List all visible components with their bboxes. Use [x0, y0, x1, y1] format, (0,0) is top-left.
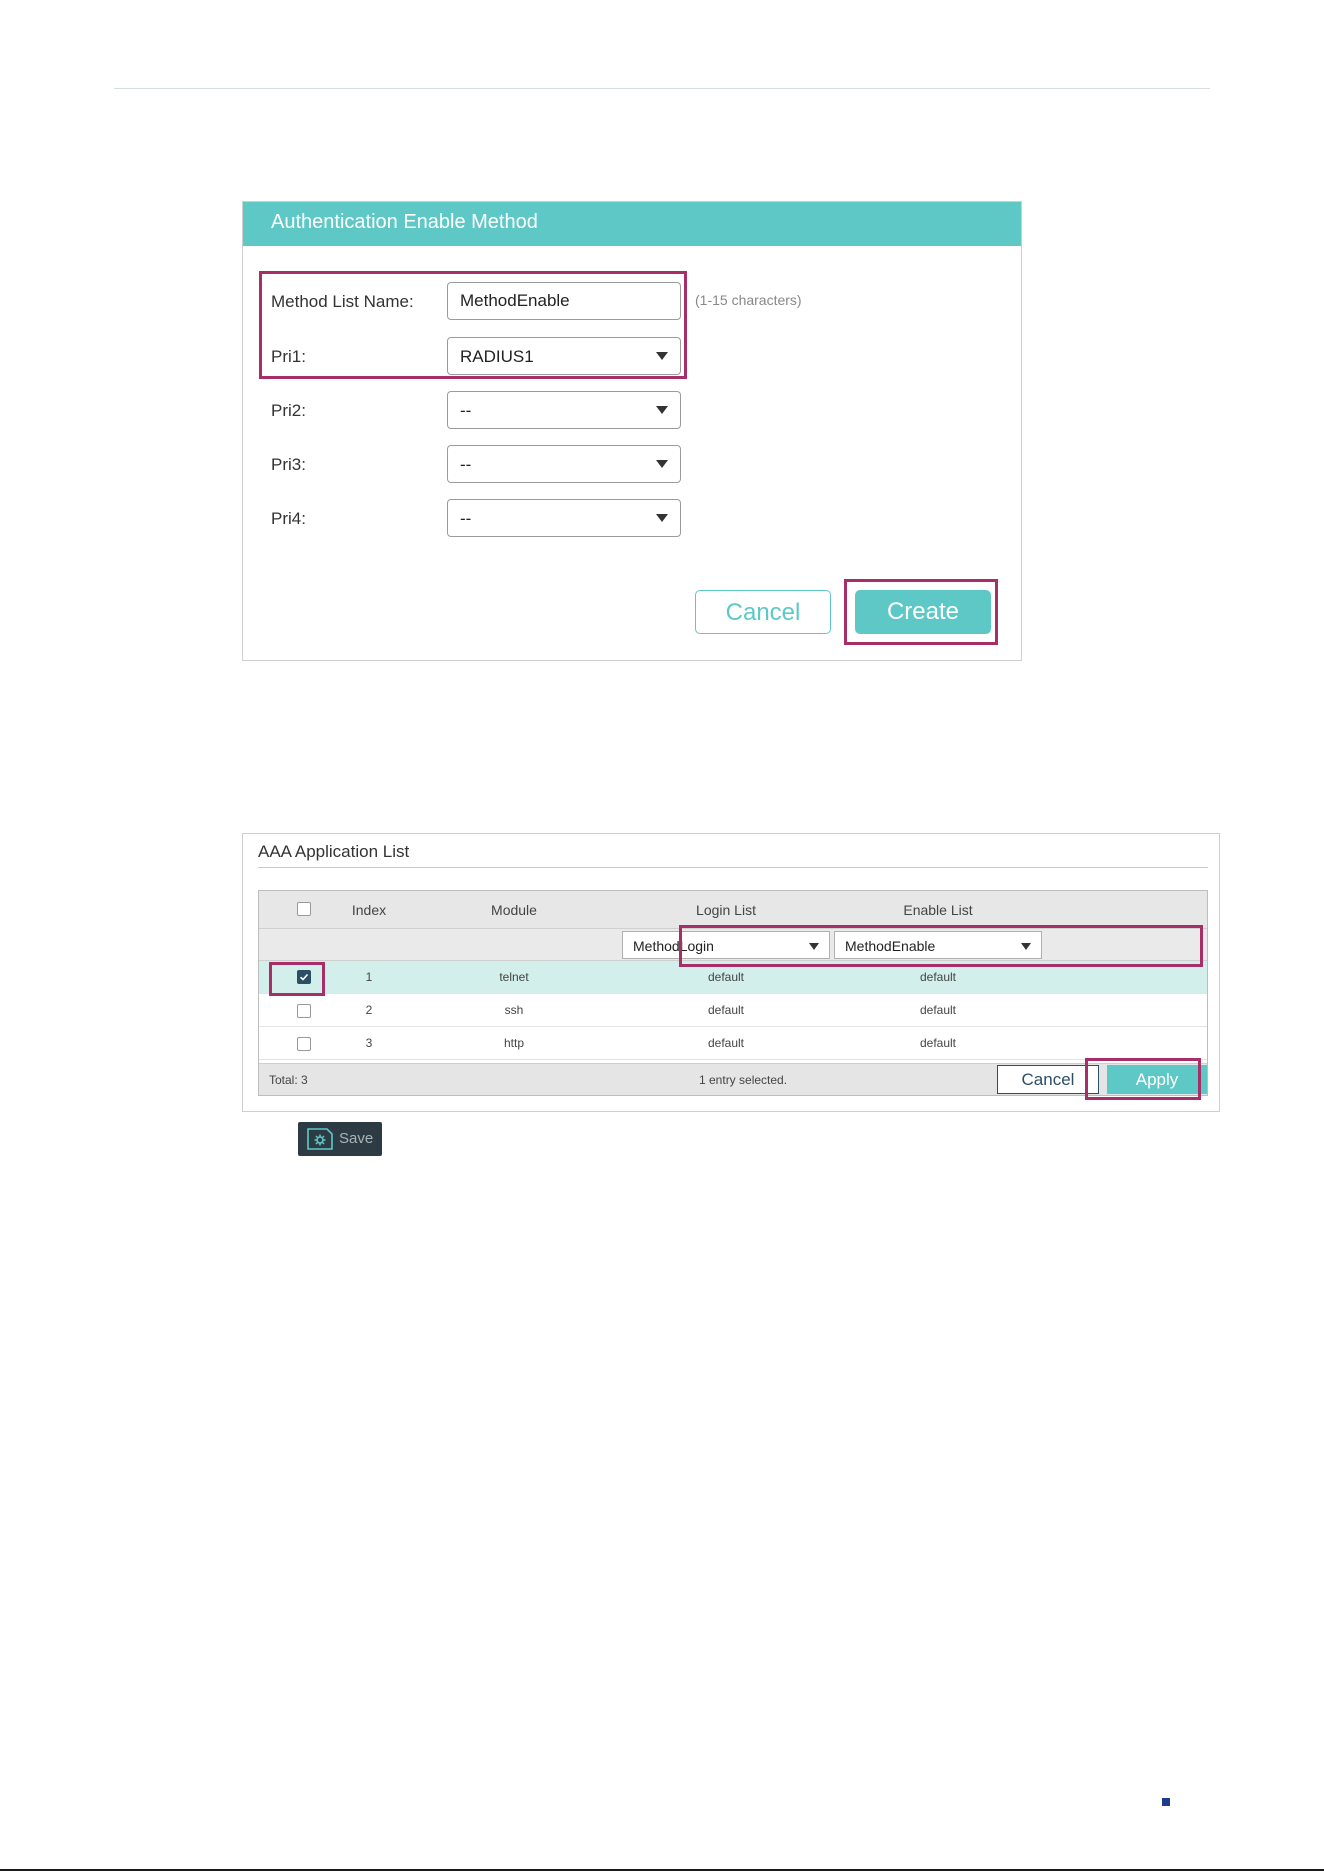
cell-module: ssh: [504, 1003, 524, 1017]
pri1-select[interactable]: RADIUS1: [447, 337, 681, 375]
pri4-label: Pri4:: [271, 509, 306, 528]
login-list-filter-value: MethodLogin: [633, 938, 714, 954]
chevron-down-icon: [809, 943, 819, 950]
column-login-list: Login List: [696, 902, 756, 918]
save-button[interactable]: Save: [298, 1122, 382, 1156]
pri4-value: --: [460, 509, 472, 528]
authentication-enable-method-panel: Authentication Enable Method Method List…: [242, 201, 1022, 661]
panel-title: AAA Application List: [258, 842, 410, 861]
save-label: Save: [339, 1130, 374, 1147]
pri2-value: --: [460, 401, 472, 420]
save-gear-icon: [307, 1128, 333, 1150]
cell-enable-list: default: [919, 1036, 957, 1050]
row-checkbox[interactable]: [297, 1004, 311, 1018]
cell-module: telnet: [499, 970, 529, 984]
table-row[interactable]: 1 telnet default default: [259, 961, 1207, 994]
table-header: Index Module Login List Enable List: [259, 891, 1207, 929]
pri2-select[interactable]: --: [447, 391, 681, 429]
method-list-name-input[interactable]: [447, 282, 681, 320]
chevron-down-icon: [656, 352, 668, 360]
enable-list-filter-select[interactable]: MethodEnable: [834, 931, 1042, 959]
chevron-down-icon: [656, 514, 668, 522]
page-marker: [1162, 1798, 1170, 1806]
method-list-name-hint: (1-15 characters): [695, 292, 802, 308]
row-checkbox[interactable]: [297, 970, 311, 984]
pri3-select[interactable]: --: [447, 445, 681, 483]
pri2-label: Pri2:: [271, 401, 306, 420]
login-list-filter-select[interactable]: MethodLogin: [622, 931, 830, 959]
aaa-application-list-panel: AAA Application List Index Module Login …: [242, 833, 1220, 1112]
pri1-label: Pri1:: [271, 347, 306, 366]
apply-button[interactable]: Apply: [1107, 1065, 1207, 1094]
pri3-label: Pri3:: [271, 455, 306, 474]
cell-index: 1: [365, 970, 373, 984]
chevron-down-icon: [1021, 943, 1031, 950]
bottom-divider: [0, 1869, 1324, 1871]
top-divider: [114, 88, 1210, 89]
panel-title: Authentication Enable Method: [271, 211, 538, 233]
table-footer: Total: 3 1 entry selected. Cancel Apply: [259, 1063, 1207, 1095]
application-table: Index Module Login List Enable List Meth…: [258, 890, 1208, 1096]
pri3-value: --: [460, 455, 472, 474]
cancel-button[interactable]: Cancel: [695, 590, 831, 634]
column-module: Module: [491, 902, 537, 918]
create-button[interactable]: Create: [855, 590, 991, 634]
column-enable-list: Enable List: [903, 902, 973, 918]
method-list-name-label: Method List Name:: [271, 292, 414, 311]
filter-row: MethodLogin MethodEnable: [259, 929, 1207, 961]
column-index: Index: [351, 902, 387, 918]
check-icon: [299, 973, 309, 981]
panel-header: Authentication Enable Method: [243, 202, 1021, 246]
enable-list-filter-value: MethodEnable: [845, 938, 936, 954]
pri1-value: RADIUS1: [460, 347, 534, 366]
cell-index: 3: [365, 1036, 373, 1050]
selection-status: 1 entry selected.: [699, 1073, 788, 1087]
chevron-down-icon: [656, 406, 668, 414]
select-all-checkbox[interactable]: [297, 902, 311, 916]
cell-login-list: default: [707, 1036, 745, 1050]
cell-login-list: default: [707, 1003, 745, 1017]
cell-enable-list: default: [919, 970, 957, 984]
cancel-button[interactable]: Cancel: [997, 1065, 1099, 1094]
cell-login-list: default: [707, 970, 745, 984]
cell-index: 2: [365, 1003, 373, 1017]
pri4-select[interactable]: --: [447, 499, 681, 537]
title-divider: [258, 867, 1208, 868]
chevron-down-icon: [656, 460, 668, 468]
row-checkbox[interactable]: [297, 1037, 311, 1051]
total-count: Total: 3: [269, 1073, 308, 1087]
table-row[interactable]: 3 http default default: [259, 1027, 1207, 1060]
cell-module: http: [503, 1036, 524, 1050]
table-row[interactable]: 2 ssh default default: [259, 994, 1207, 1027]
cell-enable-list: default: [919, 1003, 957, 1017]
